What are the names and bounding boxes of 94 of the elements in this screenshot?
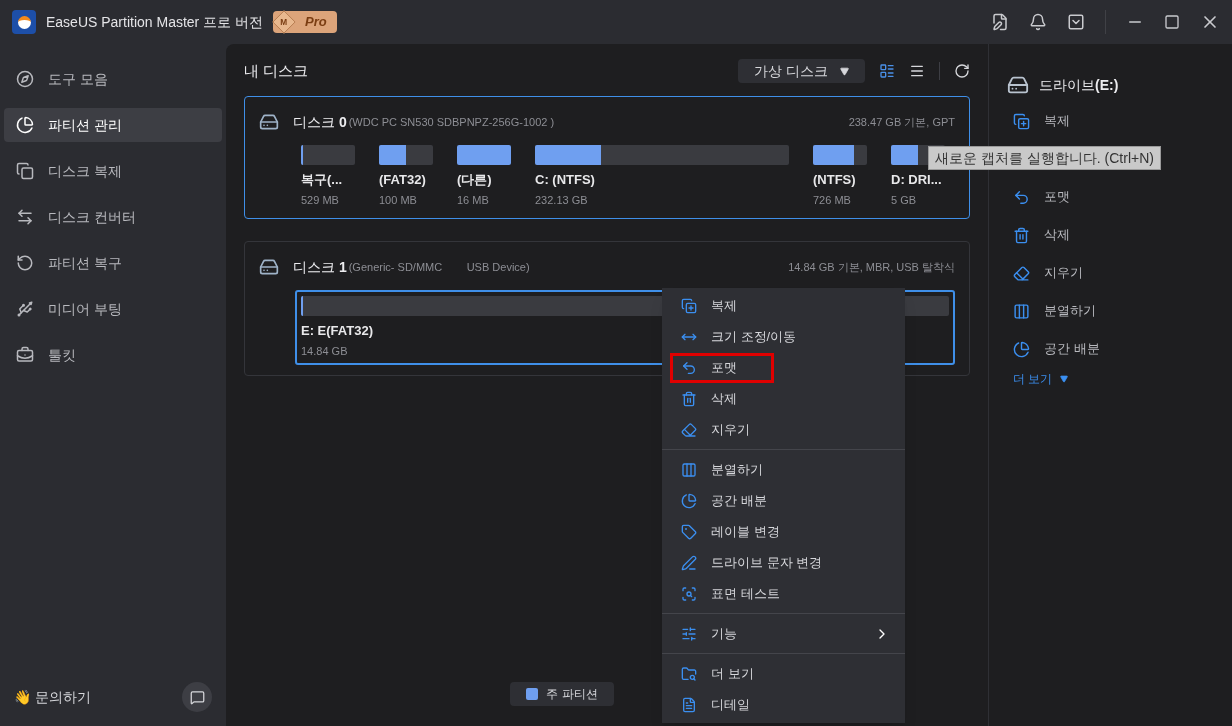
partition-label: E: E(FAT32) [301,322,373,340]
disk-name: 디스크 1 [293,257,347,277]
refresh-icon[interactable] [954,63,970,79]
action-link[interactable]: 공간 배분 [1044,339,1100,359]
edition-badge: M Pro [273,11,337,33]
disk-model: (Generic- SD/MMC USB Device) [348,259,530,275]
sidebar-item[interactable]: 디스크 컨버터 [4,200,222,234]
menu-item[interactable]: 레이블 변경 [670,517,897,547]
menu-item[interactable]: 디테일 [670,690,897,720]
contact-link[interactable]: 👋 문의하기 [14,686,91,708]
partition-size: 726 MB [813,192,851,208]
disk-name: 디스크 0 [293,112,347,132]
menu-item[interactable]: 더 보기 [670,659,897,689]
menu-item[interactable]: 크기 조정/이동 [670,322,897,352]
copy-plus-icon [1013,112,1030,130]
eraser-icon [1013,264,1030,282]
disk-model: (WDC PC SN530 SDBPNPZ-256G-1002 ) [348,114,555,130]
action-link[interactable]: 지우기 [1044,263,1083,283]
partition-size: 529 MB [301,192,339,208]
legend-label: 주 파티션 [546,686,598,703]
sidebar-item[interactable]: 툴킷 [4,338,222,372]
caret-icon [840,66,849,76]
rotate-icon [16,254,34,272]
arrow-icon [681,360,697,376]
action-link[interactable]: 복제 [1044,111,1070,131]
partition-size: 5 GB [891,192,917,208]
partition-label: D: DRI... [891,171,942,189]
caret-icon [1060,375,1069,383]
pie-chart-icon [681,493,697,509]
menu-item[interactable]: 분열하기 [670,455,897,485]
toolbox-icon [16,346,34,364]
trash-icon [681,391,697,407]
copy-plus-icon [681,298,697,314]
eraser-icon [681,422,697,438]
disk-info: 238.47 GB 기본, GPT [848,114,955,130]
action-link[interactable]: 분열하기 [1044,301,1096,321]
sidebar-item[interactable]: 파티션 관리 [4,108,222,142]
app-logo-icon [12,10,36,34]
notification-icon[interactable] [1029,13,1047,31]
drive-icon [1007,74,1029,96]
folder-search-icon [681,666,697,682]
tag-icon [681,524,697,540]
usb-icon [16,300,34,318]
tooltip: 새로운 캡처를 실행합니다. (Ctrl+N) [928,146,1161,170]
partition-label: (NTFS) [813,171,856,189]
sidebar-item[interactable]: 디스크 복제 [4,154,222,188]
partition-size: 232.13 GB [535,192,588,208]
sidebar-item[interactable]: 파티션 복구 [4,246,222,280]
menu-item[interactable]: 삭제 [670,384,897,414]
menu-item[interactable]: 표면 테스트 [670,579,897,609]
feedback-icon[interactable] [991,13,1009,31]
chat-icon [189,689,205,705]
menu-icon[interactable] [909,63,925,79]
partition-label: 복구(... [301,171,343,189]
action-link[interactable]: 삭제 [1044,225,1070,245]
compass-icon [16,70,34,88]
partition-size: 16 MB [457,192,489,208]
sliders-icon [681,626,697,642]
maximize-icon[interactable] [1164,14,1180,30]
pie-chart-icon [1013,340,1030,358]
partition-size: 100 MB [379,192,417,208]
arrows-icon [16,208,34,226]
action-link[interactable]: 포맷 [1044,187,1070,207]
disk-info: 14.84 GB 기본, MBR, USB 탈착식 [788,259,955,275]
menu-item[interactable]: 복제 [670,291,897,321]
copy-icon [16,162,34,180]
more-link[interactable]: 더 보기 [1013,370,1069,388]
arrow-icon [1013,188,1030,206]
pie-chart-icon [16,116,34,134]
split-icon [1013,302,1030,320]
scan-icon [681,586,697,602]
drive-title: 드라이브(E:) [1039,75,1119,95]
split-icon [681,462,697,478]
partition-label: C: (NTFS) [535,171,595,189]
section-title: 내 디스크 [244,60,309,81]
partition-label: (다른) [457,171,492,189]
list-view-icon[interactable] [879,63,895,79]
app-title: EaseUS Partition Master 프로 버전 [46,12,264,32]
dropdown-icon[interactable] [1067,13,1085,31]
document-icon [681,697,697,713]
partition-label: (FAT32) [379,171,426,189]
pen-icon [681,555,697,571]
menu-item[interactable]: 드라이브 문자 변경 [670,548,897,578]
sidebar-item[interactable]: 미디어 부팅 [4,292,222,326]
partition-size: 14.84 GB [301,343,348,359]
sidebar-item[interactable]: 도구 모음 [4,62,222,96]
menu-item[interactable]: 지우기 [670,415,897,445]
menu-item[interactable]: 공간 배분 [670,486,897,516]
virtual-disk-dropdown[interactable]: 가상 디스크 [738,59,865,83]
trash-icon [1013,226,1030,244]
menu-item[interactable]: 포맷 [670,353,774,383]
chat-button[interactable] [182,682,212,712]
menu-item[interactable]: 기능 [670,619,897,649]
partition-bar[interactable] [301,145,304,165]
